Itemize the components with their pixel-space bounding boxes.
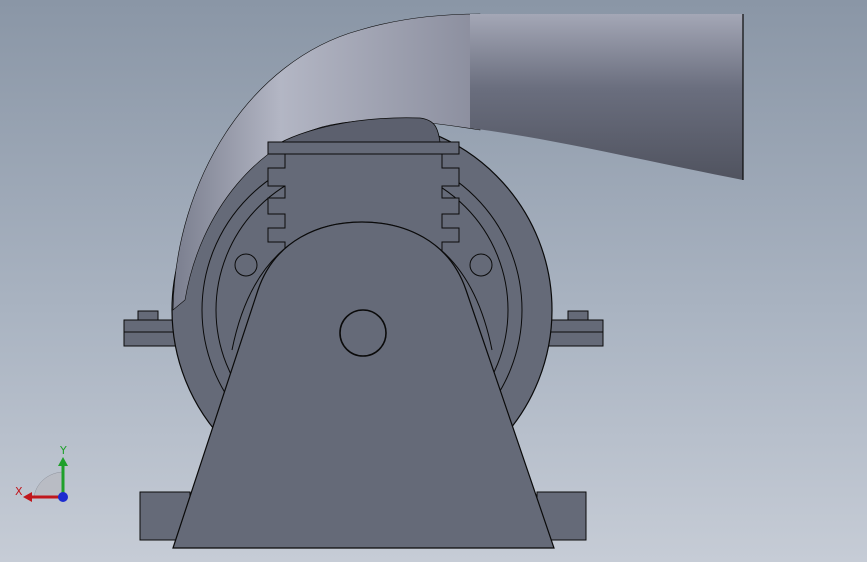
x-axis-label: X [15, 485, 23, 498]
graphics-viewport[interactable]: Y X [0, 0, 867, 562]
y-axis-arrow [58, 457, 68, 466]
bolt-hole-left [234, 253, 258, 277]
bolt-head-right [567, 310, 589, 321]
orientation-triad[interactable]: Y X [10, 440, 80, 510]
outlet-duct [470, 14, 743, 180]
triad-xy-plane [33, 471, 63, 498]
x-axis-arrow [23, 492, 32, 502]
z-axis-dot [58, 492, 68, 502]
blower-model[interactable] [0, 0, 867, 562]
shaft-hole [339, 309, 387, 357]
y-axis-label: Y [59, 444, 67, 457]
bolt-head-left [137, 310, 159, 321]
bolt-hole-right [469, 253, 493, 277]
